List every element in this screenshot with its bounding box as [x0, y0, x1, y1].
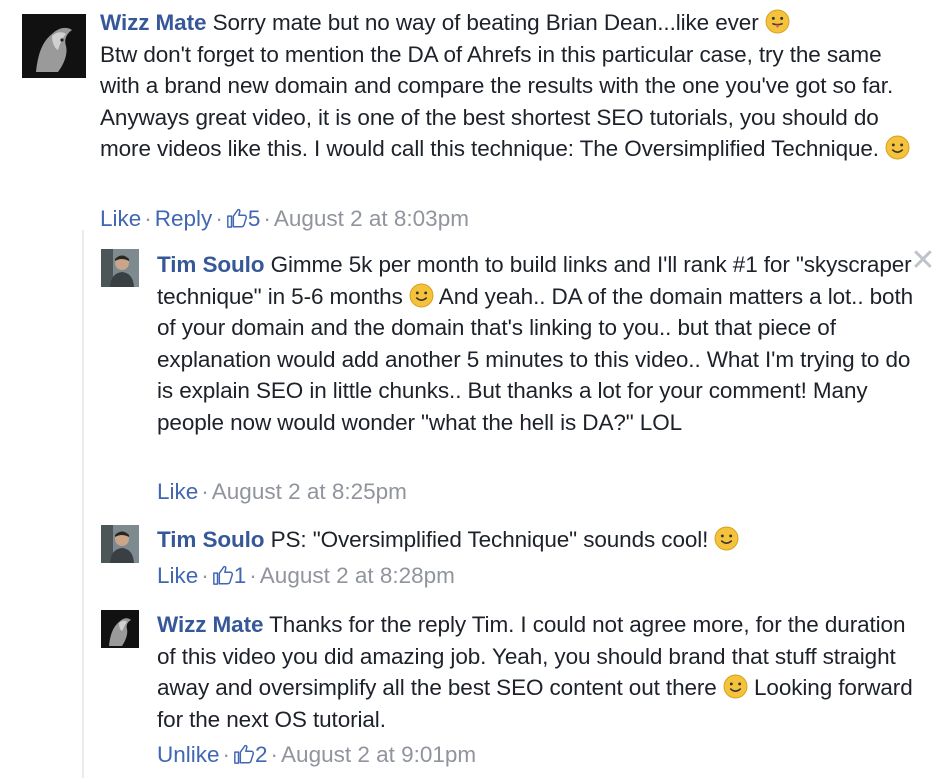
avatar-wizz-mate[interactable]: [22, 14, 86, 78]
thumbs-up-icon[interactable]: [226, 207, 248, 229]
smile-emoji-icon: [723, 674, 748, 699]
reply-text: Wizz Mate Thanks for the reply Tim. I co…: [157, 612, 913, 732]
comment-body-cont: Btw don't forget to mention the DA of Ah…: [100, 41, 894, 162]
like-count[interactable]: 1: [234, 563, 247, 588]
timestamp[interactable]: August 2 at 8:25pm: [212, 479, 407, 504]
like-count[interactable]: 2: [255, 742, 268, 767]
author-name-link[interactable]: Wizz Mate: [157, 612, 264, 637]
separator: ·: [263, 206, 271, 231]
timestamp[interactable]: August 2 at 8:03pm: [274, 206, 469, 231]
avatar-wizz-mate[interactable]: [101, 610, 139, 648]
reply-actions: Like · August 2 at 8:25pm: [157, 477, 407, 507]
comment-actions: Like · Reply · 5 · August 2 at 8:03pm: [100, 204, 469, 234]
author-name-link[interactable]: Wizz Mate: [100, 10, 207, 35]
smile-emoji-icon: [715, 526, 739, 551]
separator: ·: [249, 563, 257, 588]
thumbs-up-icon[interactable]: [233, 743, 255, 765]
timestamp[interactable]: August 2 at 8:28pm: [260, 563, 455, 588]
reply-actions: Like · 1 · August 2 at 8:28pm: [157, 561, 455, 591]
author-name-link[interactable]: Tim Soulo: [157, 252, 265, 277]
separator: ·: [201, 479, 209, 504]
timestamp[interactable]: August 2 at 9:01pm: [281, 742, 476, 767]
separator: ·: [222, 742, 231, 767]
like-link[interactable]: Like: [157, 479, 198, 504]
separator: ·: [215, 206, 223, 231]
thumbs-up-icon[interactable]: [212, 564, 234, 586]
smile-emoji-icon: [409, 283, 434, 307]
like-link[interactable]: Like: [100, 206, 141, 231]
reply-actions: Unlike · 2 · August 2 at 9:01pm: [157, 740, 476, 770]
smile-emoji-icon: [885, 135, 910, 160]
reply-text: Tim Soulo PS: "Oversimplified Technique"…: [157, 524, 917, 556]
like-count[interactable]: 5: [248, 206, 261, 231]
author-name-link[interactable]: Tim Soulo: [157, 527, 265, 552]
reply-thread-line: [82, 230, 84, 778]
separator: ·: [144, 206, 152, 231]
separator: ·: [201, 563, 209, 588]
separator: ·: [270, 742, 279, 767]
reply-link[interactable]: Reply: [155, 206, 213, 231]
comment-text: Wizz Mate Sorry mate but no way of beati…: [100, 7, 920, 165]
tongue-out-emoji-icon: [765, 9, 790, 34]
unlike-link[interactable]: Unlike: [157, 742, 220, 767]
reply-text: Tim Soulo Gimme 5k per month to build li…: [157, 252, 914, 435]
avatar-tim-soulo[interactable]: [101, 525, 139, 563]
like-link[interactable]: Like: [157, 563, 198, 588]
avatar-tim-soulo[interactable]: [101, 249, 139, 287]
